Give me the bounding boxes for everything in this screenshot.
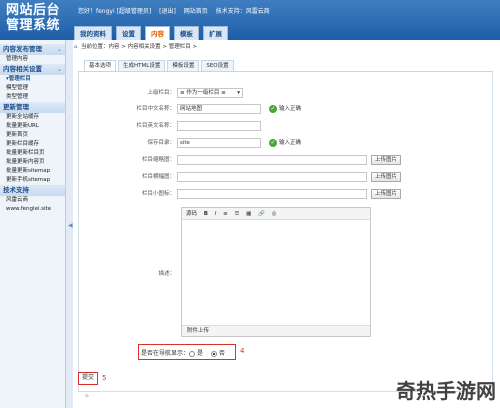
nav-label: 是否在导航显示：	[141, 350, 190, 357]
nav-show-row: 是否在导航显示： 是 否	[138, 344, 236, 360]
en-name-label: 栏目英文名称：	[136, 123, 175, 129]
row-parent: 上级栏目： ≡ 作为一级栏目 ≡ ▾	[79, 87, 494, 100]
source-icon[interactable]: 源码	[186, 211, 197, 217]
greeting: 您好！fengyi [超级管理员]	[78, 8, 152, 15]
tab-bar: 基本选项 生成HTML设置 模板设置 SEO设置	[84, 60, 236, 71]
sidebar-item-type-manage[interactable]: 类型管理	[0, 93, 65, 102]
logout-link[interactable]: [退出]	[159, 8, 176, 15]
nav-no-radio[interactable]: 否	[211, 348, 225, 357]
editor-toolbar: 源码 B I ≡ ☰ ▦ 🔗 ◎	[182, 208, 370, 220]
tab-basic[interactable]: 基本选项	[84, 60, 117, 71]
form-panel: 上级栏目： ≡ 作为一级栏目 ≡ ▾ 栏目中文名称： 网站地图 ✓ 输入正确 栏目英…	[78, 72, 493, 392]
image-icon[interactable]: ▦	[246, 211, 251, 217]
chevron-down-icon: ⌄	[56, 46, 62, 53]
ordered-list-icon[interactable]: ≡	[223, 211, 228, 217]
user-info: 您好！fengyi [超级管理员] [退出] 网站首页 技术支持：风雷云商	[78, 6, 276, 15]
sidebar-item-update-home[interactable]: 更新首页	[0, 131, 65, 140]
plus-icon: +	[84, 392, 90, 400]
sidebar-section-update[interactable]: 更新管理	[0, 102, 65, 113]
tab-seo[interactable]: SEO设置	[201, 60, 234, 71]
collapse-arrow-icon[interactable]: ◀	[68, 222, 73, 229]
topnav-content[interactable]: 内容	[145, 26, 170, 40]
annotation-5: 5	[102, 374, 107, 382]
breadcrumb: ⌂ 当前位置：内容 > 内容相关设置 > 管理栏目 >	[74, 42, 494, 53]
thumb-upload-button[interactable]: 上传图片	[371, 155, 402, 165]
sidebar-item-support-url[interactable]: www.fenglei.site	[0, 205, 65, 214]
top-nav: 我的资料 设置 内容 模板 扩展	[74, 24, 232, 40]
site-home-link[interactable]: 网站首页	[184, 8, 208, 15]
header: 网站后台 管理系统 您好！fengyi [超级管理员] [退出] 网站首页 技术…	[0, 0, 500, 40]
sidebar-section-support[interactable]: 技术支持	[0, 185, 65, 196]
dropdown-arrow-icon: ▾	[237, 90, 240, 96]
topnav-profile[interactable]: 我的资料	[74, 26, 112, 40]
sidebar-item-model-manage[interactable]: 模型管理	[0, 84, 65, 93]
submit-button[interactable]: 提交	[78, 372, 98, 385]
app-logo: 网站后台 管理系统	[6, 3, 60, 33]
row-cn-name: 栏目中文名称： 网站地图 ✓ 输入正确	[79, 103, 494, 116]
attach-upload-button[interactable]: 附件上传	[182, 325, 370, 336]
cn-name-ok: ✓ 输入正确	[269, 104, 302, 113]
logo-line-2: 管理系统	[6, 18, 61, 33]
sidebar: 内容发布管理 ⌄ 管理内容 内容相关设置 ⌄ ▾管理栏目 模型管理 类型管理 更新管…	[0, 40, 66, 408]
row-dir: 保存目录： site ✓ 输入正确	[79, 137, 494, 150]
sidebar-item-support-name[interactable]: 风雷云商	[0, 196, 65, 205]
icon-label: 栏目小图标：	[141, 191, 175, 197]
parent-label: 上级栏目：	[147, 90, 175, 96]
unordered-list-icon[interactable]: ☰	[234, 211, 239, 217]
sidebar-item-update-column-pages[interactable]: 批量更新栏目页	[0, 149, 65, 158]
sidebar-section-content-settings[interactable]: 内容相关设置 ⌄	[0, 64, 65, 75]
sidebar-item-update-cache[interactable]: 更新全站缓存	[0, 113, 65, 122]
logo-line-1: 网站后台	[6, 3, 61, 18]
parent-select[interactable]: ≡ 作为一级栏目 ≡ ▾	[177, 88, 243, 98]
home-icon: ⌂	[74, 44, 78, 50]
dir-label: 保存目录：	[147, 140, 175, 146]
nav-yes-radio[interactable]: 是	[189, 348, 203, 357]
banner-upload-button[interactable]: 上传图片	[371, 172, 402, 182]
icon-upload-button[interactable]: 上传图片	[371, 189, 402, 199]
sidebar-item-update-column-cache[interactable]: 更新栏目缓存	[0, 140, 65, 149]
thumb-input[interactable]	[177, 155, 367, 165]
radio-checked-icon	[211, 350, 217, 357]
bold-icon[interactable]: B	[204, 211, 208, 217]
italic-icon[interactable]: I	[215, 211, 217, 217]
link-icon[interactable]: 🔗	[258, 211, 265, 217]
sidebar-item-update-sitemap[interactable]: 批量更新sitemap	[0, 167, 65, 176]
dir-ok: ✓ 输入正确	[269, 138, 302, 147]
thumb-label: 栏目缩略图：	[141, 157, 175, 163]
desc-label: 描述：	[158, 271, 175, 277]
support-link[interactable]: 技术支持：风雷云商	[216, 8, 270, 15]
tab-html[interactable]: 生成HTML设置	[118, 60, 166, 71]
annotation-4: 4	[240, 347, 245, 355]
breadcrumb-text: 当前位置：内容 > 内容相关设置 > 管理栏目 >	[81, 44, 198, 50]
check-icon: ✓	[269, 104, 277, 113]
cn-name-label: 栏目中文名称：	[136, 106, 175, 112]
topnav-extensions[interactable]: 扩展	[203, 26, 228, 40]
sidebar-item-update-content-pages[interactable]: 批量更新内容页	[0, 158, 65, 167]
chevron-down-icon: ⌄	[56, 66, 62, 73]
topnav-settings[interactable]: 设置	[116, 26, 141, 40]
sidebar-section-content-publish[interactable]: 内容发布管理 ⌄	[0, 44, 65, 55]
sidebar-item-manage-content[interactable]: 管理内容	[0, 55, 65, 64]
icon-input[interactable]	[177, 189, 367, 199]
sidebar-item-manage-columns[interactable]: ▾管理栏目	[0, 75, 65, 84]
sidebar-item-update-mobile-sitemap[interactable]: 更新手机sitemap	[0, 176, 65, 185]
cn-name-input[interactable]: 网站地图	[177, 104, 261, 114]
rich-text-editor[interactable]: 源码 B I ≡ ☰ ▦ 🔗 ◎ 附件上传	[181, 207, 371, 337]
watermark: 奇热手游网	[396, 379, 496, 403]
row-en-name: 栏目英文名称：	[79, 120, 494, 133]
row-banner: 栏目横幅图： 上传图片	[79, 171, 494, 184]
banner-input[interactable]	[177, 172, 367, 182]
media-icon[interactable]: ◎	[272, 211, 277, 217]
banner-label: 栏目横幅图：	[141, 174, 175, 180]
row-thumb: 栏目缩略图： 上传图片	[79, 154, 494, 167]
radio-icon	[189, 350, 195, 357]
check-icon: ✓	[269, 138, 277, 147]
sidebar-item-update-url[interactable]: 批量更新URL	[0, 122, 65, 131]
dir-input[interactable]: site	[177, 138, 261, 148]
topnav-templates[interactable]: 模板	[174, 26, 199, 40]
tab-template[interactable]: 模板设置	[167, 60, 200, 71]
en-name-input[interactable]	[177, 121, 261, 131]
row-icon: 栏目小图标： 上传图片	[79, 188, 494, 201]
